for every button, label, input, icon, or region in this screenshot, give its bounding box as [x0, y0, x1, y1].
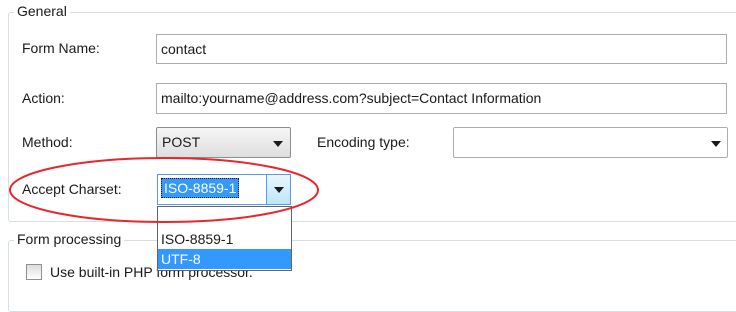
- charset-dropdown-button[interactable]: [266, 175, 290, 204]
- chevron-down-icon: [273, 141, 283, 147]
- encoding-label: Encoding type:: [317, 134, 410, 150]
- builtin-processor-checkbox[interactable]: [26, 264, 42, 280]
- method-label: Method:: [22, 134, 73, 150]
- charset-dropdown-list: ISO-8859-1 UTF-8: [157, 206, 292, 271]
- chevron-down-icon: [711, 141, 721, 147]
- charset-option-utf8[interactable]: UTF-8: [158, 249, 291, 269]
- general-group-title: General: [14, 3, 70, 19]
- form-name-label: Form Name:: [22, 40, 100, 56]
- charset-value: ISO-8859-1: [161, 178, 240, 198]
- charset-label: Accept Charset:: [22, 181, 122, 197]
- charset-select[interactable]: ISO-8859-1: [157, 174, 291, 205]
- form-name-input[interactable]: contact: [156, 34, 727, 64]
- action-label: Action:: [22, 90, 65, 106]
- form-processing-title: Form processing: [14, 231, 125, 247]
- action-input[interactable]: mailto:yourname@address.com?subject=Cont…: [156, 83, 727, 114]
- method-select[interactable]: POST: [156, 127, 291, 158]
- method-value: POST: [162, 134, 201, 150]
- encoding-select[interactable]: [453, 127, 728, 158]
- chevron-down-icon: [274, 187, 284, 193]
- charset-option-iso[interactable]: ISO-8859-1: [158, 229, 291, 249]
